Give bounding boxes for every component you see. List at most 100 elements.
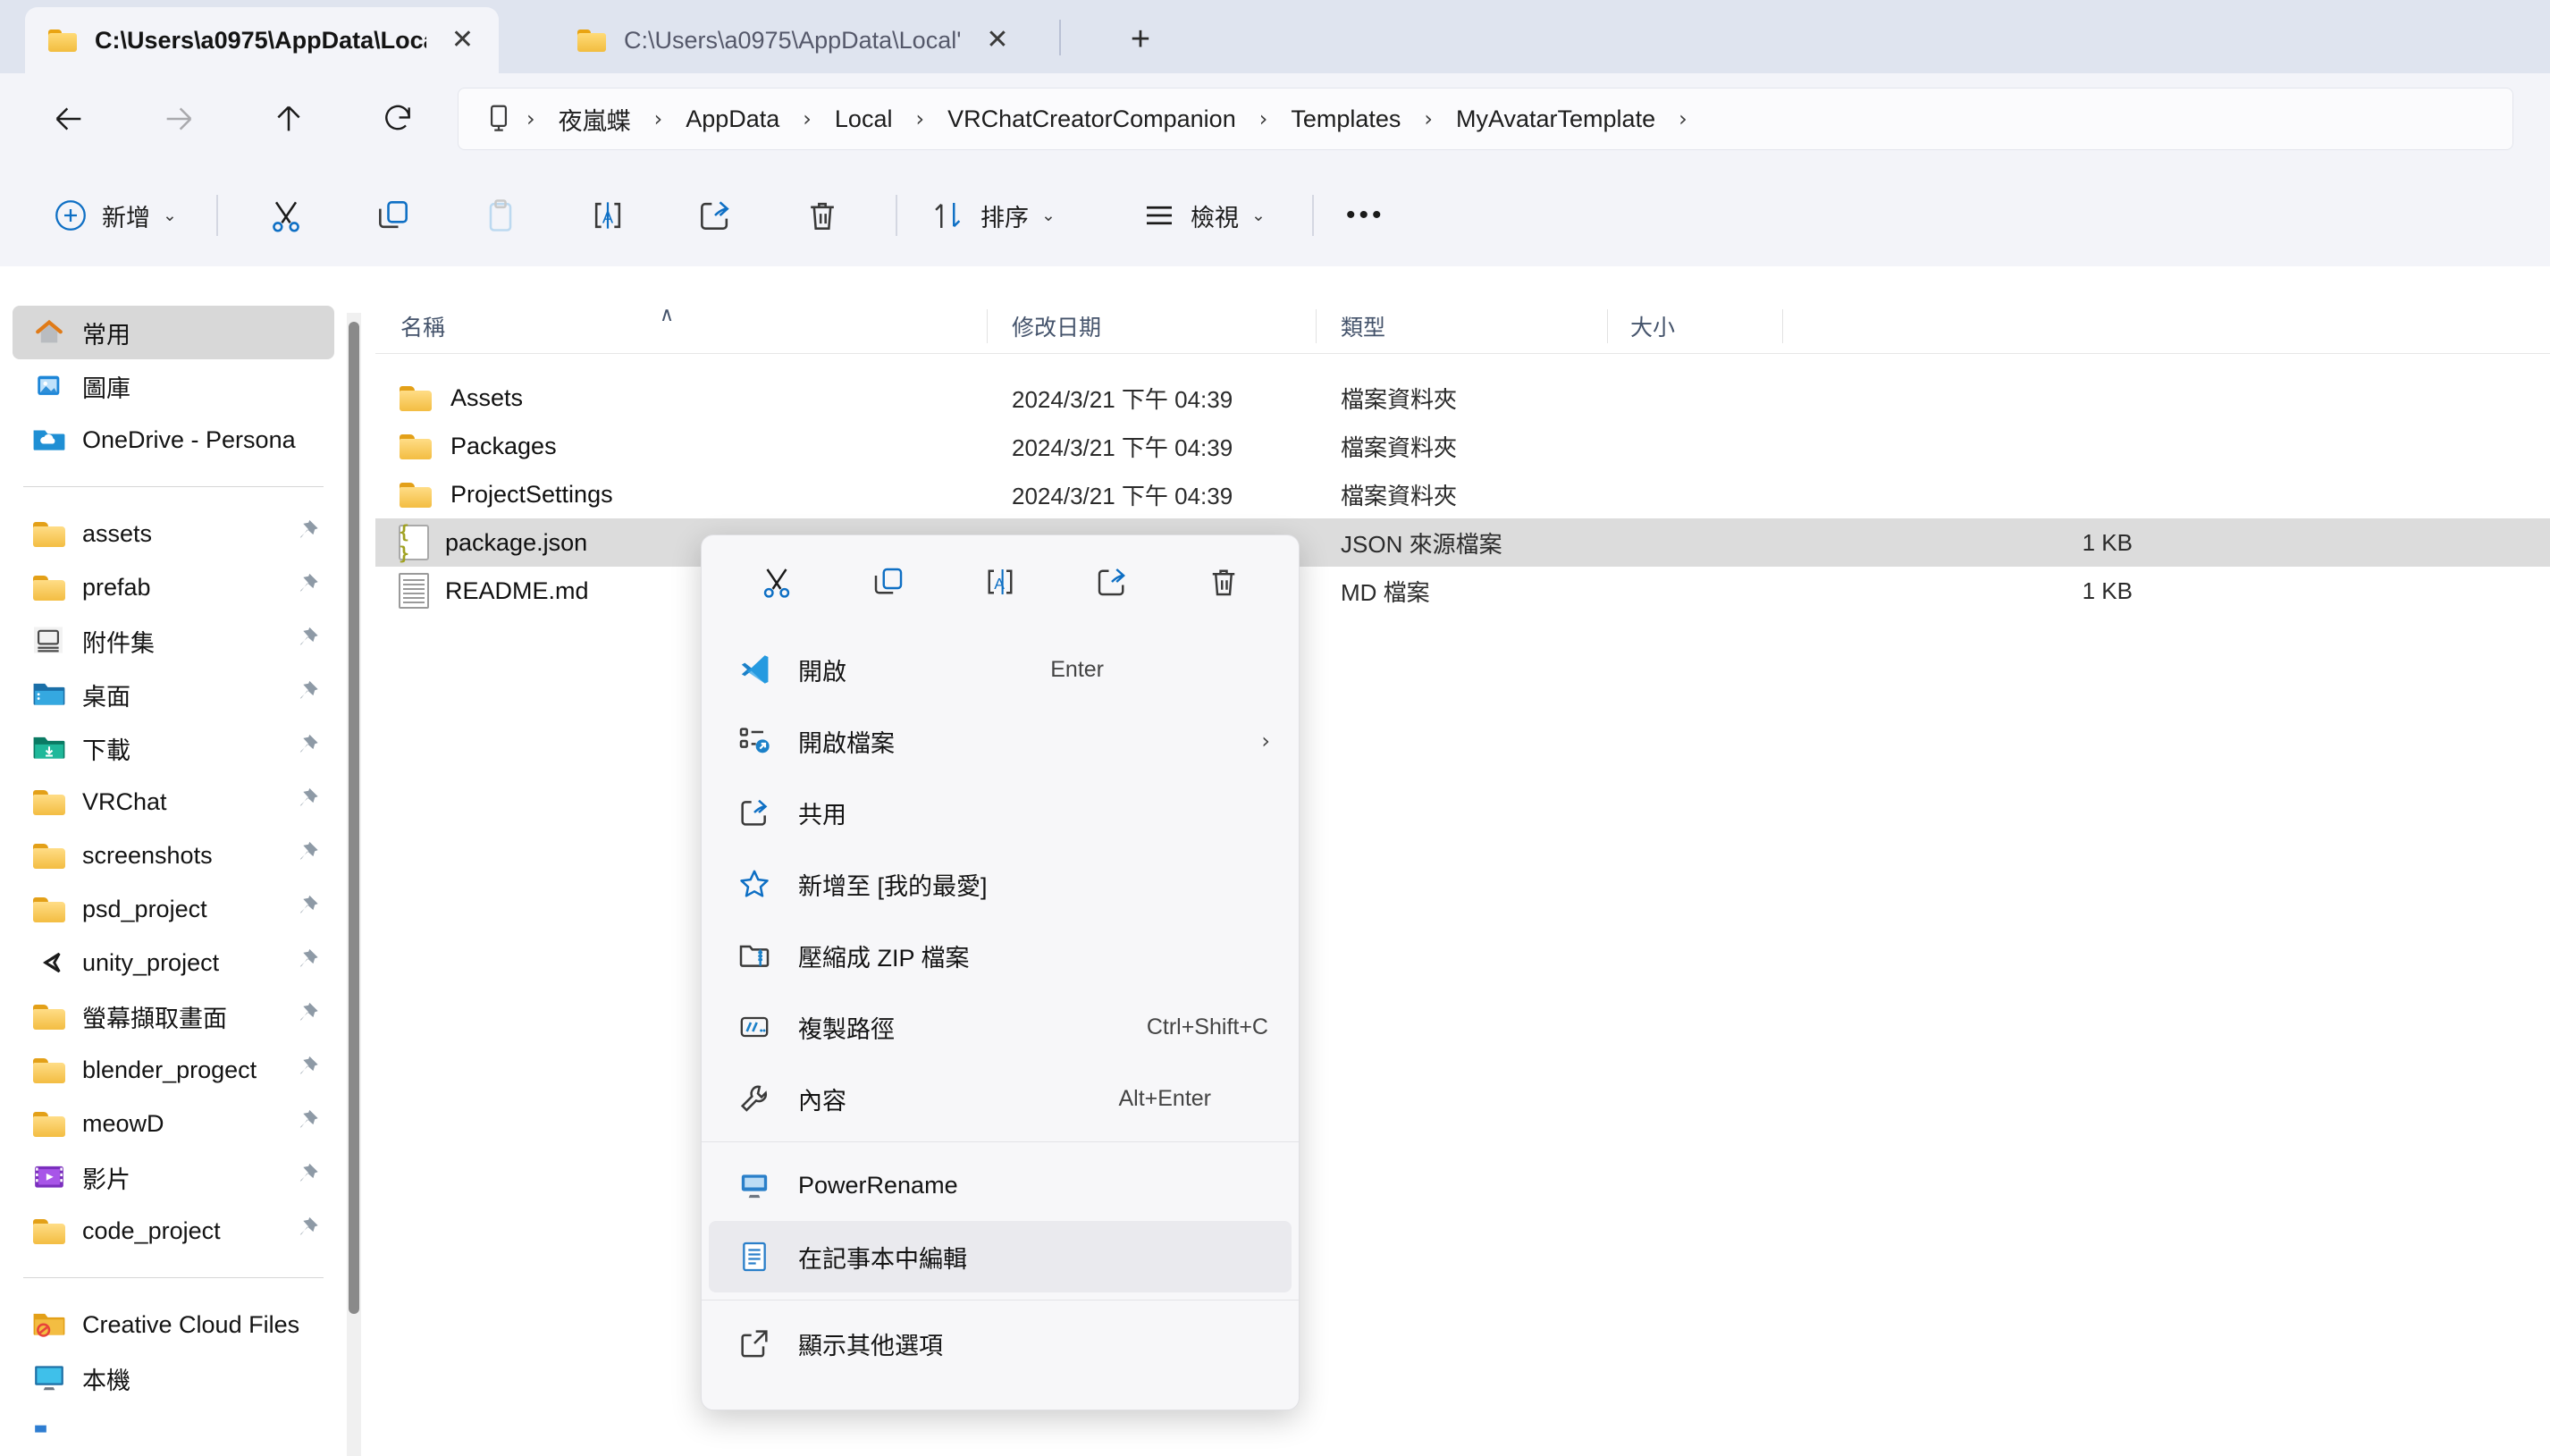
star-icon <box>734 866 775 902</box>
sidebar-item-this-pc[interactable]: 本機 <box>13 1351 334 1405</box>
pin-icon[interactable] <box>295 1001 320 1032</box>
tab-0[interactable]: C:\Users\a0975\AppData\Loca ✕ <box>25 7 499 73</box>
pin-icon[interactable] <box>295 787 320 818</box>
column-header-date[interactable]: 修改日期 <box>1012 299 1101 354</box>
sidebar-item-prefab[interactable]: prefab <box>13 560 334 614</box>
tab-1[interactable]: C:\Users\a0975\AppData\Local' ✕ <box>554 7 1041 73</box>
cut-icon[interactable] <box>745 554 809 610</box>
sidebar-item-partial[interactable] <box>13 1405 334 1456</box>
context-menu-item-label: 複製路徑 <box>798 1015 895 1043</box>
view-button[interactable]: 檢視 ⌄ <box>1126 184 1280 247</box>
column-header-type[interactable]: 類型 <box>1341 299 1385 354</box>
sidebar-item-meowd[interactable]: meowD <box>13 1097 334 1150</box>
column-divider[interactable] <box>1316 309 1317 343</box>
this-pc-icon[interactable] <box>482 102 516 136</box>
sidebar-item-attachments[interactable]: 附件集 <box>13 614 334 668</box>
new-tab-button[interactable]: + <box>1119 20 1162 59</box>
open-with-icon <box>734 723 775 759</box>
sidebar-item-desktop[interactable]: 桌面 <box>13 668 334 721</box>
context-menu-item-edit-in-notepad[interactable]: 在記事本中編輯 <box>709 1221 1292 1292</box>
sidebar-item-blender-progect[interactable]: blender_progect <box>13 1043 334 1097</box>
context-menu-item-open[interactable]: 開啟 Enter <box>709 634 1292 705</box>
breadcrumb-item-vcc[interactable]: VRChatCreatorCompanion <box>933 100 1250 139</box>
sidebar-item-unity-project[interactable]: unity_project <box>13 936 334 989</box>
context-menu-item-add-to-favorites[interactable]: 新增至 [我的最愛] <box>709 848 1292 920</box>
share-icon[interactable] <box>1080 554 1144 610</box>
pin-icon[interactable] <box>295 1108 320 1140</box>
pin-icon[interactable] <box>295 679 320 711</box>
context-menu-item-share[interactable]: 共用 <box>709 777 1292 848</box>
pin-icon[interactable] <box>295 733 320 764</box>
breadcrumb-item-local[interactable]: Local <box>821 100 907 139</box>
file-name-cell[interactable]: Packages <box>399 432 557 460</box>
pin-icon[interactable] <box>295 626 320 657</box>
sidebar-item-creative-cloud-files[interactable]: Creative Cloud Files <box>13 1298 334 1351</box>
pin-icon[interactable] <box>295 1216 320 1247</box>
context-menu-item-show-more-options[interactable]: 顯示其他選項 <box>709 1308 1292 1379</box>
file-name-cell[interactable]: ProjectSettings <box>399 480 613 509</box>
pin-icon[interactable] <box>295 894 320 925</box>
sidebar-item-home[interactable]: 常用 <box>13 306 334 359</box>
back-button[interactable] <box>38 88 100 150</box>
sidebar-item-assets[interactable]: assets <box>13 507 334 560</box>
breadcrumb-item-templates[interactable]: Templates <box>1276 100 1415 139</box>
address-bar[interactable]: › 夜嵐蝶 › AppData › Local › VRChatCreatorC… <box>458 88 2513 150</box>
column-header-size[interactable]: 大小 <box>1630 299 1675 354</box>
copy-icon[interactable] <box>856 554 921 610</box>
sidebar-item-videos[interactable]: 影片 <box>13 1150 334 1204</box>
folder-icon <box>399 480 434 509</box>
pin-icon[interactable] <box>295 518 320 550</box>
pin-icon[interactable] <box>295 947 320 979</box>
context-menu-item-properties[interactable]: 內容 Alt+Enter <box>709 1063 1292 1134</box>
sidebar-item-code-project[interactable]: code_project <box>13 1204 334 1258</box>
cut-button[interactable] <box>252 184 320 247</box>
pin-icon[interactable] <box>295 572 320 603</box>
context-menu-item-copy-path[interactable]: 複製路徑 Ctrl+Shift+C <box>709 991 1292 1063</box>
copy-button[interactable] <box>359 184 427 247</box>
sidebar-scrollbar-thumb[interactable] <box>349 322 359 1314</box>
folder-icon <box>32 573 68 602</box>
breadcrumb-item-appdata[interactable]: AppData <box>671 100 794 139</box>
file-name-cell[interactable]: { } package.json <box>399 521 587 564</box>
column-divider[interactable] <box>1782 309 1783 343</box>
context-menu-item-open-with[interactable]: 開啟檔案 › <box>709 705 1292 777</box>
sidebar-item-gallery[interactable]: 圖庫 <box>13 359 334 413</box>
sidebar-item-downloads[interactable]: 下載 <box>13 721 334 775</box>
close-icon[interactable]: ✕ <box>442 23 483 57</box>
sidebar-item-onedrive[interactable]: OneDrive - Persona <box>13 413 334 467</box>
context-menu: A 開啟 Enter 開啟檔案 › 共用 新增至 [我的最愛] 壓縮成 ZIP … <box>701 534 1300 1410</box>
more-options-button[interactable]: ••• <box>1332 184 1400 247</box>
paste-button[interactable] <box>467 184 534 247</box>
column-divider[interactable] <box>987 309 988 343</box>
sort-button[interactable]: 排序 ⌄ <box>916 184 1070 247</box>
table-row[interactable]: Packages 2024/3/21 下午 04:39 檔案資料夾 <box>375 422 2550 470</box>
close-icon[interactable]: ✕ <box>977 23 1017 57</box>
new-button[interactable]: 新增 ⌄ <box>38 184 191 247</box>
rename-icon[interactable]: A <box>968 554 1032 610</box>
column-divider[interactable] <box>1607 309 1608 343</box>
share-button[interactable] <box>681 184 749 247</box>
refresh-button[interactable] <box>366 88 429 150</box>
pin-icon[interactable] <box>295 840 320 871</box>
sidebar-item-screencaptures[interactable]: 螢幕擷取畫面 <box>13 989 334 1043</box>
forward-button[interactable] <box>147 88 210 150</box>
delete-icon[interactable] <box>1191 554 1256 610</box>
context-menu-item-compress-zip[interactable]: 壓縮成 ZIP 檔案 <box>709 920 1292 991</box>
file-name-cell[interactable]: README.md <box>399 573 589 609</box>
sidebar-item-screenshots[interactable]: screenshots <box>13 829 334 882</box>
breadcrumb-item-user[interactable]: 夜嵐蝶 <box>544 97 645 142</box>
up-button[interactable] <box>257 88 320 150</box>
context-menu-item-powerrename[interactable]: PowerRename <box>709 1149 1292 1221</box>
breadcrumb-item-myavatartemplate[interactable]: MyAvatarTemplate <box>1442 100 1670 139</box>
sidebar-item-psd-project[interactable]: psd_project <box>13 882 334 936</box>
rename-button[interactable]: A <box>574 184 642 247</box>
table-row[interactable]: ProjectSettings 2024/3/21 下午 04:39 檔案資料夾 <box>375 470 2550 518</box>
column-header-name[interactable]: 名稱 <box>400 299 445 354</box>
table-row[interactable]: Assets 2024/3/21 下午 04:39 檔案資料夾 <box>375 374 2550 422</box>
pin-icon[interactable] <box>295 1055 320 1086</box>
file-name-cell[interactable]: Assets <box>399 383 523 412</box>
delete-button[interactable] <box>788 184 856 247</box>
sidebar-item-vrchat[interactable]: VRChat <box>13 775 334 829</box>
command-bar: 新增 ⌄ A 排序 ⌄ 檢視 ⌄ ••• <box>0 164 2550 266</box>
pin-icon[interactable] <box>295 1162 320 1193</box>
